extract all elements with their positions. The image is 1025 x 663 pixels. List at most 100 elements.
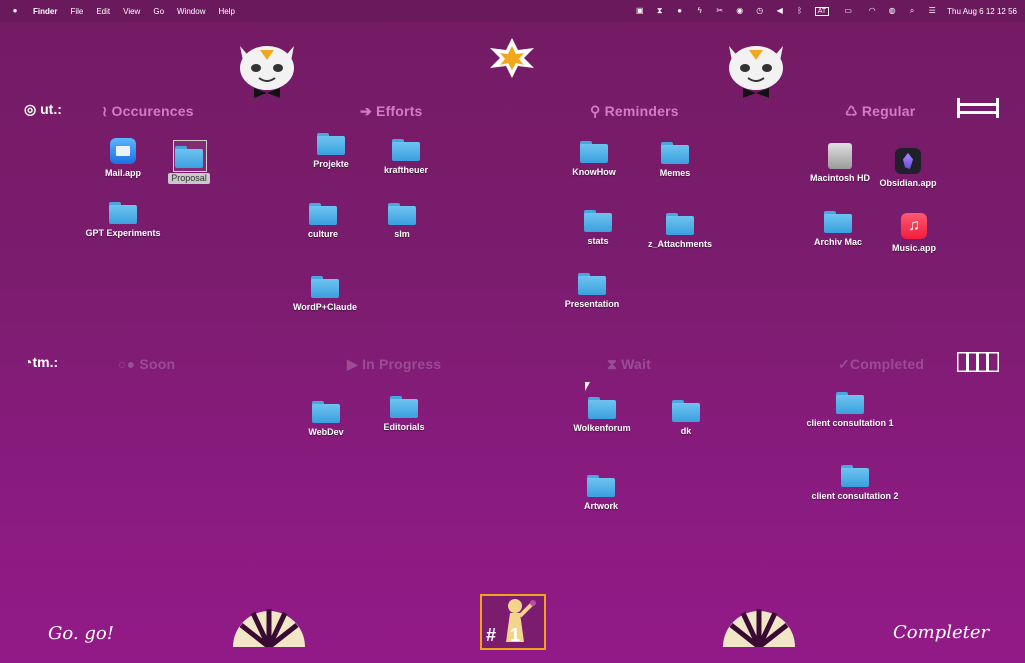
wolkenforum-folder[interactable]: Wolkenforum	[557, 397, 647, 434]
account-icon[interactable]: ◍	[887, 6, 897, 16]
webdev-folder[interactable]: WebDev	[281, 401, 371, 438]
fan-right-icon	[723, 609, 795, 647]
folder-icon	[390, 396, 418, 418]
presentation-folder[interactable]: Presentation	[547, 273, 637, 310]
artwork-folder[interactable]: Artwork	[556, 475, 646, 512]
bolt-icon[interactable]: ϟ	[695, 6, 705, 16]
folder-icon	[841, 465, 869, 487]
folder-icon	[578, 273, 606, 295]
folder-icon	[388, 203, 416, 225]
recycle-icon: ♺	[845, 103, 858, 119]
section-in-progress: ▶ In Progress	[347, 356, 442, 372]
mail-icon	[110, 138, 136, 164]
cat-mascot-right-icon	[729, 46, 783, 98]
hard-drive-icon	[828, 143, 852, 169]
menu-window[interactable]: Window	[177, 7, 205, 16]
clock-icon[interactable]: ◷	[755, 6, 765, 16]
client-consultation-2-folder[interactable]: client consultation 2	[810, 465, 900, 502]
fan-left-icon	[233, 609, 305, 647]
folder-icon	[584, 210, 612, 232]
folder-icon	[309, 203, 337, 225]
section-efforts: ➔ Efforts	[360, 103, 423, 119]
badge-text: #1	[486, 625, 535, 645]
search-icon[interactable]: ⌕	[907, 6, 917, 16]
folder-icon	[666, 213, 694, 235]
apple-icon[interactable]: ●	[10, 6, 20, 16]
z-attachments-folder[interactable]: z_Attachments	[635, 213, 725, 250]
culture-folder[interactable]: culture	[278, 203, 368, 240]
knowhow-folder[interactable]: KnowHow	[549, 141, 639, 178]
obsidian-icon	[895, 148, 921, 174]
star-badge-icon	[490, 38, 534, 78]
screen-capture-icon[interactable]: ▣	[635, 6, 645, 16]
control-center-icon[interactable]: ☰	[927, 6, 937, 16]
row-label-bottom: ◔tm.:	[24, 354, 59, 370]
battery-icon[interactable]: ▭	[839, 6, 857, 16]
play-icon: ▶	[347, 356, 358, 372]
folder-icon	[824, 211, 852, 233]
section-soon: ○● Soon	[118, 356, 176, 372]
folder-icon	[175, 146, 203, 168]
kraftheuer-folder[interactable]: kraftheuer	[361, 139, 451, 176]
check-icon: ✓	[838, 356, 850, 372]
menu-file[interactable]: File	[70, 7, 83, 16]
proposal-folder[interactable]: Proposal	[144, 146, 234, 186]
music-note-icon: ♫	[901, 213, 927, 239]
slm-folder[interactable]: slm	[357, 203, 447, 240]
menu-view[interactable]: View	[123, 7, 140, 16]
section-reminders: ⚲ Reminders	[590, 103, 679, 119]
menu-go[interactable]: Go	[153, 7, 164, 16]
section-occurences: ≀ Occurences	[102, 103, 194, 119]
scissors-icon[interactable]: ✂	[715, 6, 725, 16]
stats-folder[interactable]: stats	[553, 210, 643, 247]
menu-clock[interactable]: Thu Aug 6 12 12 56	[947, 7, 1017, 16]
folder-icon	[317, 133, 345, 155]
section-regular: ♺ Regular	[845, 103, 916, 119]
music-app-icon[interactable]: ♫ Music.app	[869, 213, 959, 254]
folder-icon	[588, 397, 616, 419]
footer-right-text: Completer	[893, 622, 990, 643]
input-source[interactable]: AT	[814, 6, 830, 16]
bed-bar-icon	[957, 98, 999, 118]
pin-icon: ⚲	[590, 103, 601, 119]
folder-icon	[311, 276, 339, 298]
dk-folder[interactable]: dk	[641, 400, 731, 437]
hourglass-icon[interactable]: ⧗	[655, 6, 665, 16]
mouse-cursor-icon	[585, 382, 590, 391]
menu-help[interactable]: Help	[218, 7, 234, 16]
menu-edit[interactable]: Edit	[96, 7, 110, 16]
play-circle-icon[interactable]: ◉	[735, 6, 745, 16]
obsidian-app-icon[interactable]: Obsidian.app	[863, 148, 953, 189]
arrow-right-icon: ➔	[360, 103, 372, 119]
folder-icon	[661, 142, 689, 164]
section-completed: ✓Completed	[838, 356, 925, 372]
wifi-icon[interactable]: ◠	[867, 6, 877, 16]
folder-icon	[580, 141, 608, 163]
tilde-icon: ≀	[102, 103, 108, 119]
target-icon: ◎	[24, 101, 37, 117]
folder-icon	[312, 401, 340, 423]
memes-folder[interactable]: Memes	[630, 142, 720, 179]
client-consultation-1-folder[interactable]: client consultation 1	[805, 392, 895, 429]
footer-left-text: Go. go!	[48, 623, 114, 644]
folder-icon	[392, 139, 420, 161]
gpt-experiments-folder[interactable]: GPT Experiments	[78, 202, 168, 239]
folder-icon	[587, 475, 615, 497]
menu-app-name[interactable]: Finder	[33, 7, 57, 16]
wordp-claude-folder[interactable]: WordP+Claude	[280, 276, 370, 313]
fence-bar-icon	[957, 352, 999, 372]
editorials-folder[interactable]: Editorials	[359, 396, 449, 433]
bluetooth-icon[interactable]: ᛒ	[795, 6, 805, 16]
section-wait: ⧗ Wait	[607, 356, 651, 372]
folder-icon	[672, 400, 700, 422]
row-label-top: ◎ ut.:	[24, 101, 62, 117]
volume-icon[interactable]: ◀	[775, 6, 785, 16]
number-one-badge: #1	[480, 594, 546, 650]
dots-icon: ○●	[118, 356, 136, 372]
folder-icon	[836, 392, 864, 414]
hourglass-section-icon: ⧗	[607, 356, 618, 372]
cat-mascot-left-icon	[240, 46, 294, 98]
user-icon[interactable]: ●	[675, 6, 685, 16]
menu-bar: ● Finder File Edit View Go Window Help ▣…	[0, 0, 1025, 22]
folder-icon	[109, 202, 137, 224]
